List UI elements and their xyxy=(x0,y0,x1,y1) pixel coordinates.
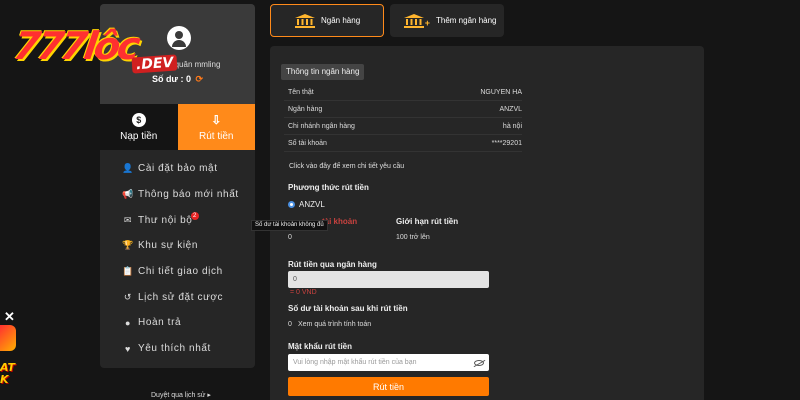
limit-value: 100 trở lên xyxy=(396,234,430,241)
menu-item-label: Yêu thích nhất xyxy=(138,343,211,355)
password-label: Mật khẩu rút tiền xyxy=(288,342,353,351)
withdraw-panel: Thông tin ngân hàng Tên thật NGUYEN HA Ng… xyxy=(270,46,704,400)
password-placeholder: Vui lòng nhập mật khẩu rút tiền của bạn xyxy=(293,359,417,366)
trophy-icon: 🏆 xyxy=(122,240,134,251)
insufficient-balance-tooltip: Số dư tài khoản không đủ xyxy=(251,220,328,231)
account-value: 0 xyxy=(288,234,292,241)
browse-history-link[interactable]: Duyệt qua lịch sử ▸ xyxy=(151,391,211,399)
logo-suffix: .DEV xyxy=(131,54,178,74)
info-value: hà nội xyxy=(502,122,522,130)
menu-item-rebate[interactable]: ● Hoàn trả xyxy=(100,310,255,336)
bank-info-table: Tên thật NGUYEN HA Ngân hàng ANZVL Chi nhá… xyxy=(284,84,522,152)
promo-widget-image[interactable] xyxy=(0,325,16,351)
close-icon[interactable]: ✕ xyxy=(4,309,15,325)
bank-plus-icon: + xyxy=(404,13,430,28)
tab-add-bank[interactable]: + Thêm ngân hàng xyxy=(390,4,504,37)
menu-item-label: Thư nội bộ xyxy=(138,214,193,226)
withdraw-label: Rút tiền xyxy=(199,130,234,142)
dollar-coin-icon: ● xyxy=(124,317,132,328)
menu-item-transactions[interactable]: 📋 Chi tiết giao dịch xyxy=(100,259,255,285)
dollar-icon: $ xyxy=(131,112,146,127)
info-row: Tên thật NGUYEN HA xyxy=(284,84,522,101)
menu-item-bet-history[interactable]: ↺ Lịch sử đặt cược xyxy=(100,284,255,310)
promo-widget-text[interactable]: AT K xyxy=(0,362,15,386)
info-label: Ngân hàng xyxy=(288,105,323,113)
method-radio[interactable]: ANZVL xyxy=(288,200,325,209)
envelope-icon: ✉ xyxy=(123,214,133,225)
unread-badge: 2 xyxy=(191,212,199,221)
radio-dot xyxy=(288,201,295,208)
eye-slash-icon[interactable] xyxy=(474,359,484,366)
calculation-link[interactable]: Xem quá trình tính toán xyxy=(298,321,371,328)
info-row: Số tài khoản ****29201 xyxy=(284,135,522,152)
site-logo[interactable]: 777lôc .DEV xyxy=(10,22,184,78)
menu-item-label: Cài đặt bảo mật xyxy=(138,163,218,175)
bank-info-title: Thông tin ngân hàng xyxy=(281,64,365,80)
balance-value: 0 xyxy=(185,74,191,84)
amount-input[interactable]: 0 xyxy=(288,271,489,288)
limit-label: Giới hạn rút tiền xyxy=(396,217,459,226)
password-input[interactable]: Vui lòng nhập mật khẩu rút tiền của bạn xyxy=(288,354,489,371)
info-value: ****29201 xyxy=(491,139,522,147)
info-label: Chi nhánh ngân hàng xyxy=(288,122,355,130)
history-icon: ↺ xyxy=(123,291,133,302)
logo-text: 777lôc xyxy=(10,24,141,68)
menu-item-label: Lịch sử đặt cược xyxy=(138,291,224,303)
after-balance-label: Số dư tài khoản sau khi rút tiền xyxy=(288,304,408,313)
deposit-label: Nạp tiền xyxy=(120,130,158,142)
menu-item-inbox[interactable]: ✉ Thư nội bộ 2 xyxy=(100,207,255,233)
withdraw-button[interactable]: ⇩ Rút tiền xyxy=(177,104,255,150)
heart-icon: ♥ xyxy=(125,343,131,354)
refresh-icon[interactable]: ⟳ xyxy=(196,74,204,84)
wallet-actions: $ Nạp tiền ⇩ Rút tiền xyxy=(100,104,255,150)
info-row: Chi nhánh ngân hàng hà nội xyxy=(284,118,522,135)
amount-vnd: = 0 VND xyxy=(290,289,317,296)
tab-add-bank-label: Thêm ngân hàng xyxy=(436,16,497,25)
request-details-link[interactable]: Click vào đây để xem chi tiết yêu cầu xyxy=(289,163,404,170)
submit-withdraw-button[interactable]: Rút tiền xyxy=(288,377,489,396)
info-row: Ngân hàng ANZVL xyxy=(284,101,522,118)
info-label: Tên thật xyxy=(288,88,314,96)
deposit-button[interactable]: $ Nạp tiền xyxy=(100,104,178,150)
clipboard-icon: 📋 xyxy=(122,266,134,277)
info-value: ANZVL xyxy=(499,105,522,113)
bank-icon xyxy=(295,13,315,28)
method-value: ANZVL xyxy=(299,200,325,209)
menu-item-security[interactable]: 👤 Cài đặt bảo mật xyxy=(100,156,255,182)
method-label: Phương thức rút tiền xyxy=(288,183,369,192)
hand-coin-icon: ⇩ xyxy=(211,112,222,127)
menu-item-label: Khu sự kiện xyxy=(138,240,198,252)
menu-item-label: Hoàn trả xyxy=(138,317,182,329)
menu-item-label: Chi tiết giao dịch xyxy=(138,266,223,278)
user-shield-icon: 👤 xyxy=(122,163,134,174)
menu-item-events[interactable]: 🏆 Khu sự kiện xyxy=(100,233,255,259)
after-balance-value: 0 xyxy=(288,321,292,328)
megaphone-icon: 📢 xyxy=(122,189,134,200)
tab-bank-label: Ngân hàng xyxy=(321,16,361,25)
menu-item-favorites[interactable]: ♥ Yêu thích nhất xyxy=(100,336,255,362)
info-value: NGUYEN HA xyxy=(480,88,522,96)
menu-item-label: Thông báo mới nhất xyxy=(138,189,239,201)
tab-bank[interactable]: Ngân hàng xyxy=(270,4,384,37)
amount-label: Rút tiền qua ngân hàng xyxy=(288,260,377,269)
info-label: Số tài khoản xyxy=(288,139,327,147)
account-menu: 👤 Cài đặt bảo mật 📢 Thông báo mới nhất ✉ Th… xyxy=(100,150,255,362)
menu-item-announcements[interactable]: 📢 Thông báo mới nhất xyxy=(100,182,255,208)
